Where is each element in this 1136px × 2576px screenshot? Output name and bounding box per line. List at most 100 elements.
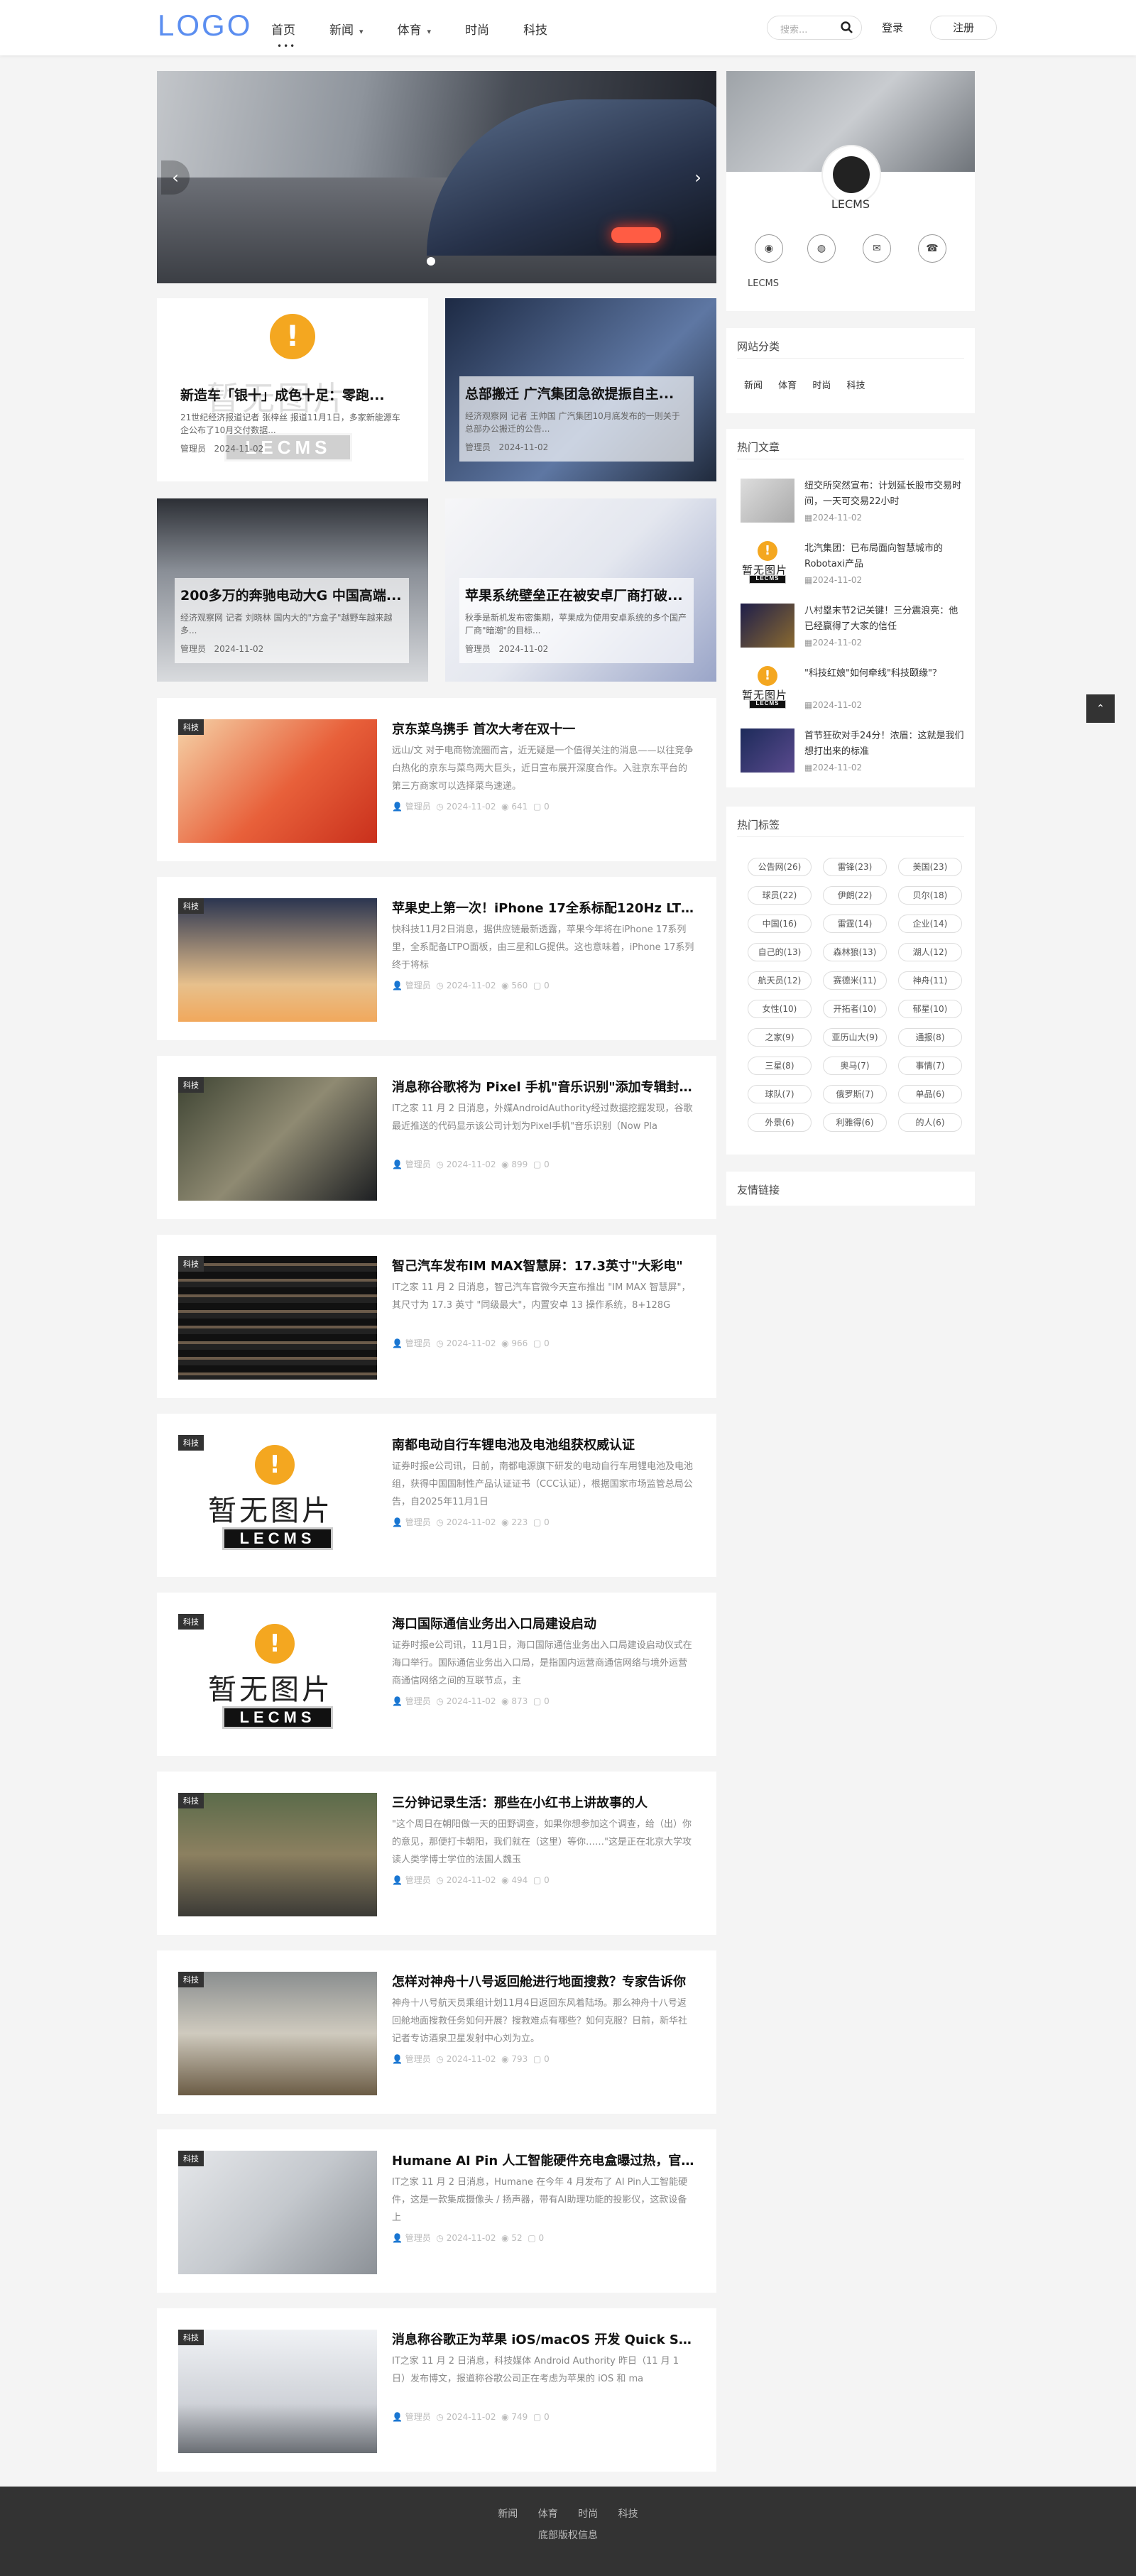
footer-link[interactable]: 科技 [618,2509,638,2520]
tag-pill[interactable]: 利雅得(6) [823,1113,887,1132]
tag-pill[interactable]: 雷锋(23) [823,858,887,876]
next-arrow-icon[interactable]: › [684,160,712,195]
tag-pill[interactable]: 赛德米(11) [823,971,887,990]
post-card[interactable]: 科技 怎样对神舟十八号返回舱进行地面搜救？专家告诉你 神舟十八号航天员乘组计划11月… [157,1950,716,2114]
card-title[interactable]: 新造车「银十」成色十足：零跑... [180,385,403,404]
tag-pill[interactable]: 单品(6) [898,1085,962,1103]
post-card[interactable]: ! 暂无图片 LECMS 科技 南都电动自行车锂电池及电池组获权威认证 证券时报e公司讯，… [157,1414,716,1577]
post-title[interactable]: 京东菜鸟携手 首次大考在双十一 [392,719,694,738]
back-to-top-button[interactable]: ⌃ [1086,694,1115,723]
category-link[interactable]: 科技 [846,381,865,391]
post-title[interactable]: Humane AI Pin 人工智能硬件充电盒曝过热，官方建议停用 [392,2151,694,2169]
search-icon[interactable] [840,21,854,35]
tag-pill[interactable]: 开拓者(10) [823,1000,887,1018]
footer-link[interactable]: 时尚 [578,2509,598,2520]
category-tag[interactable]: 科技 [178,898,204,914]
post-title[interactable]: 怎样对神舟十八号返回舱进行地面搜救？专家告诉你 [392,1972,694,1990]
tag-pill[interactable]: 美国(23) [898,858,962,876]
category-tag[interactable]: 科技 [178,1614,204,1630]
category-tag[interactable]: 科技 [178,1435,204,1451]
tag-pill[interactable]: 球员(22) [748,886,812,905]
footer-link[interactable]: 体育 [538,2509,558,2520]
hot-article-thumbnail[interactable] [741,479,794,523]
post-card[interactable]: 科技 Humane AI Pin 人工智能硬件充电盒曝过热，官方建议停用 IT之家 … [157,2129,716,2293]
tag-pill[interactable]: 自己的(13) [748,943,812,961]
post-card[interactable]: ! 暂无图片 LECMS 科技 海口国际通信业务出入口局建设启动 证券时报e公司讯，11月… [157,1593,716,1756]
hot-article-item[interactable]: 八村塁末节2记关键！三分震浪亮：他已经赢得了大家的信任 ▦2024-11-02 [741,604,968,655]
hot-article-item[interactable]: ! 暂无图片 LECMS "科技红娘"如何牵线"科技颐缘"？ ▦2024-11-02 [741,666,968,717]
nav-news[interactable]: 新闻 ▾ [329,20,364,38]
post-title[interactable]: 三分钟记录生活：那些在小红书上讲故事的人 [392,1793,694,1811]
hot-article-item[interactable]: 首节狂砍对手24分！浓眉：这就是我们想打出来的标准 ▦2024-11-02 [741,728,968,780]
featured-card[interactable]: ! 暂无图片 LECMS 新造车「银十」成色十足：零跑... 21世纪经济报道记… [157,298,428,481]
login-button[interactable]: 登录 [859,16,926,40]
hot-article-title[interactable]: 北汽集团：已布局面向智慧城市的Robotaxi产品 [804,541,966,572]
email-icon[interactable]: ✉ [863,234,891,263]
category-link[interactable]: 时尚 [812,381,831,391]
post-title[interactable]: 消息称谷歌将为 Pixel 手机"音乐识别"添加专辑封面显示 [392,1077,694,1096]
category-tag[interactable]: 科技 [178,1256,204,1272]
tag-pill[interactable]: 的人(6) [898,1113,962,1132]
tag-pill[interactable]: 奥马(7) [823,1057,887,1075]
featured-card[interactable]: 苹果系统壁垒正在被安卓厂商打破... 秋季是新机发布密集期，苹果成为使用安卓系统… [445,498,716,682]
post-title[interactable]: 苹果史上第一次！iPhone 17全系标配120Hz LTPO屏幕 [392,898,694,917]
post-thumbnail[interactable]: 科技 [178,719,377,843]
category-tag[interactable]: 科技 [178,2151,204,2166]
hot-article-thumbnail[interactable] [741,728,794,773]
hot-article-item[interactable]: ! 暂无图片 LECMS 北汽集团：已布局面向智慧城市的Robotaxi产品 ▦2024… [741,541,968,592]
hot-article-title[interactable]: 纽交所突然宣布：计划延长股市交易时间，一天可交易22小时 [804,479,966,510]
card-title[interactable]: 200多万的奔驰电动大G 中国高端... [180,585,403,604]
qq-icon[interactable]: ◉ [755,234,783,263]
hero-slider[interactable]: ‹ › [157,71,716,283]
hot-article-thumbnail[interactable] [741,604,794,648]
nav-sports[interactable]: 体育 ▾ [398,20,432,38]
tag-pill[interactable]: 之家(9) [748,1028,812,1047]
post-thumbnail[interactable]: 科技 [178,898,377,1022]
slider-dot[interactable] [427,257,435,266]
post-thumbnail[interactable]: ! 暂无图片 LECMS 科技 [178,1614,377,1737]
category-tag[interactable]: 科技 [178,1077,204,1093]
category-link[interactable]: 体育 [778,381,797,391]
post-thumbnail[interactable]: 科技 [178,1256,377,1380]
post-thumbnail[interactable]: 科技 [178,1793,377,1916]
featured-card[interactable]: 总部搬迁 广汽集团急欲提振自主... 经济观察网 记者 王帅国 广汽集团10月底… [445,298,716,481]
post-card[interactable]: 科技 智己汽车发布IM MAX智慧屏：17.3英寸"大彩电" IT之家 11 月 2… [157,1235,716,1398]
category-tag[interactable]: 科技 [178,1972,204,1987]
hot-article-thumbnail[interactable]: ! 暂无图片 LECMS [741,666,794,710]
hot-article-item[interactable]: 纽交所突然宣布：计划延长股市交易时间，一天可交易22小时 ▦2024-11-02 [741,479,968,530]
hot-article-title[interactable]: 八村塁末节2记关键！三分震浪亮：他已经赢得了大家的信任 [804,604,966,635]
post-title[interactable]: 智己汽车发布IM MAX智慧屏：17.3英寸"大彩电" [392,1256,694,1275]
category-link[interactable]: 新闻 [744,381,763,391]
post-thumbnail[interactable]: ! 暂无图片 LECMS 科技 [178,1435,377,1559]
tag-pill[interactable]: 女性(10) [748,1000,812,1018]
featured-card[interactable]: 200多万的奔驰电动大G 中国高端... 经济观察网 记者 刘晓林 国内大的"方… [157,498,428,682]
post-title[interactable]: 消息称谷歌正为苹果 iOS/macOS 开发 Quick Share 应用 [392,2330,694,2348]
nav-tech[interactable]: 科技 [523,20,547,38]
phone-icon[interactable]: ☎ [918,234,946,263]
post-thumbnail[interactable]: 科技 [178,2330,377,2453]
hot-article-title[interactable]: "科技红娘"如何牵线"科技颐缘"？ [804,666,966,697]
tag-pill[interactable]: 航天员(12) [748,971,812,990]
post-card[interactable]: 科技 消息称谷歌正为苹果 iOS/macOS 开发 Quick Share 应用 I… [157,2308,716,2472]
category-tag[interactable]: 科技 [178,2330,204,2345]
tag-pill[interactable]: 中国(16) [748,915,812,933]
search-box[interactable]: 搜索... [767,16,862,40]
post-thumbnail[interactable]: 科技 [178,1077,377,1201]
tag-pill[interactable]: 神舟(11) [898,971,962,990]
post-card[interactable]: 科技 京东菜鸟携手 首次大考在双十一 远山/文 对于电商物流圈而言，近无疑是一个值得… [157,698,716,861]
logo[interactable]: LOGO [158,9,252,43]
tag-pill[interactable]: 企业(14) [898,915,962,933]
post-card[interactable]: 科技 苹果史上第一次！iPhone 17全系标配120Hz LTPO屏幕 快科技11… [157,877,716,1040]
avatar[interactable] [821,145,881,204]
tag-pill[interactable]: 伊朗(22) [823,886,887,905]
tag-pill[interactable]: 雷霆(14) [823,915,887,933]
category-tag[interactable]: 科技 [178,719,204,735]
hot-article-thumbnail[interactable]: ! 暂无图片 LECMS [741,541,794,585]
search-input[interactable]: 搜索... [780,22,807,36]
tag-pill[interactable]: 通报(8) [898,1028,962,1047]
category-tag[interactable]: 科技 [178,1793,204,1808]
post-card[interactable]: 科技 消息称谷歌将为 Pixel 手机"音乐识别"添加专辑封面显示 IT之家 11 … [157,1056,716,1219]
tag-pill[interactable]: 湖人(12) [898,943,962,961]
tag-pill[interactable]: 贝尔(18) [898,886,962,905]
card-title[interactable]: 苹果系统壁垒正在被安卓厂商打破... [465,585,688,604]
